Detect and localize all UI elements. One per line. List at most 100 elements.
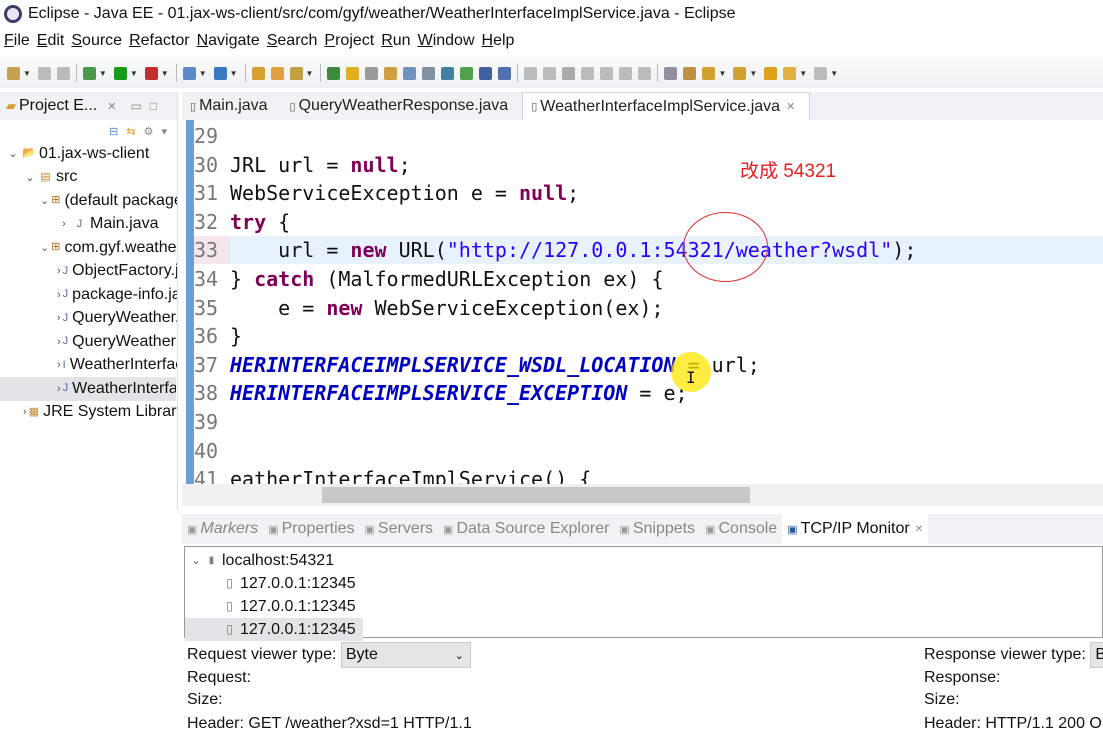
tree-item[interactable]: ›Jpackage-info.java [0, 283, 177, 307]
stop-icon[interactable] [562, 66, 576, 80]
tree-item[interactable]: ⌄ ▤ src [0, 166, 177, 190]
search-icon[interactable] [289, 66, 303, 80]
task-icon[interactable] [664, 66, 678, 80]
save-icon[interactable] [37, 66, 51, 80]
tab-console[interactable]: ▣ Console [700, 514, 782, 544]
web-service-icon[interactable] [213, 66, 227, 80]
tab-properties[interactable]: ▣ Properties [263, 514, 359, 544]
tree-item[interactable]: ›IWeatherInterface.java [0, 354, 177, 378]
dropdown-arrow-icon[interactable]: ▼ [718, 69, 726, 78]
filter-icon[interactable]: ⚙ [144, 125, 154, 138]
annotation-icon[interactable] [384, 66, 398, 80]
link-icon[interactable] [365, 66, 379, 80]
globe-icon[interactable] [441, 66, 455, 80]
dropdown-arrow-icon[interactable]: ▼ [830, 69, 838, 78]
chevron-right-icon[interactable]: › [57, 312, 61, 324]
dropdown-arrow-icon[interactable]: ▼ [306, 69, 314, 78]
skip-icon[interactable] [498, 66, 512, 80]
chevron-down-icon[interactable]: ⌄ [40, 241, 49, 254]
menu-navigate[interactable]: Navigate [197, 32, 260, 50]
tree-item[interactable]: ⌄ ⊞ (default package) [0, 189, 177, 213]
request-viewer-select[interactable]: Byte ⌄ [340, 642, 471, 668]
prev-annotation-icon[interactable] [733, 66, 747, 80]
view-menu-icon[interactable]: ▾ [161, 125, 167, 138]
close-icon[interactable]: ✕ [107, 100, 116, 113]
chevron-right-icon[interactable]: › [57, 359, 61, 371]
tree-item[interactable]: ›JQueryWeatherResponse.java [0, 330, 177, 354]
tab-snippets[interactable]: ▣ Snippets [614, 514, 700, 544]
monitor-request-item[interactable]: ▯ 127.0.0.1:12345 [185, 572, 1102, 595]
monitor-request-item[interactable]: ▯ 127.0.0.1:12345 [185, 595, 1102, 618]
chevron-down-icon[interactable]: ⌄ [189, 554, 203, 567]
dropdown-arrow-icon[interactable]: ▼ [161, 69, 169, 78]
chevron-right-icon[interactable]: › [57, 383, 61, 395]
forward-icon[interactable] [814, 66, 828, 80]
code-editor[interactable]: 29 30 JRL url = null; 31 WebServiceException… [182, 120, 1103, 487]
dropdown-arrow-icon[interactable]: ▼ [749, 69, 757, 78]
save-all-icon[interactable] [56, 66, 70, 80]
menu-file[interactable]: File [4, 32, 30, 50]
tree-item[interactable]: ›JWeatherInterfaceImplService.java [0, 377, 176, 401]
menu-help[interactable]: Help [482, 32, 515, 50]
menu-search[interactable]: Search [267, 32, 318, 50]
monitor-request-item[interactable]: ▯ 127.0.0.1:12345 [185, 618, 363, 641]
step-over-icon[interactable] [619, 66, 633, 80]
close-icon[interactable]: ✕ [786, 100, 795, 113]
disconnect-icon[interactable] [581, 66, 595, 80]
editor-tab[interactable]: ▯ QueryWeatherResponse.java [282, 92, 523, 120]
dropdown-arrow-icon[interactable]: ▼ [130, 69, 138, 78]
dropdown-arrow-icon[interactable]: ▼ [99, 69, 107, 78]
tab-data-source-explorer[interactable]: ▣ Data Source Explorer [438, 514, 614, 544]
chevron-right-icon[interactable]: › [57, 336, 61, 348]
minimize-maximize-icons[interactable]: ▭□ [130, 99, 165, 113]
menu-refactor[interactable]: Refactor [129, 32, 189, 50]
project-explorer-tab[interactable]: ▰ Project E... ✕ ▭□ [0, 92, 177, 120]
menu-window[interactable]: Window [418, 32, 475, 50]
suspend-icon[interactable] [543, 66, 557, 80]
next-annotation-icon[interactable] [702, 66, 716, 80]
back-icon[interactable] [764, 66, 778, 80]
back-arrow-icon[interactable] [783, 66, 797, 80]
scrollbar-thumb[interactable] [322, 487, 750, 503]
refresh-icon[interactable] [460, 66, 474, 80]
dropdown-arrow-icon[interactable]: ▼ [799, 69, 807, 78]
monitor-icon[interactable] [479, 66, 493, 80]
tree-item[interactable]: ›JQueryWeather.java [0, 307, 177, 331]
step-into-icon[interactable] [600, 66, 614, 80]
chevron-right-icon[interactable]: › [57, 265, 61, 277]
block-icon[interactable] [422, 66, 436, 80]
debug-icon[interactable] [82, 66, 96, 80]
open-folder-icon[interactable] [270, 66, 284, 80]
editor-tab[interactable]: ▯ Main.java [182, 92, 282, 120]
palette-icon[interactable] [683, 66, 697, 80]
collapse-all-icon[interactable]: ⊟ [109, 125, 118, 138]
resume-icon[interactable] [524, 66, 538, 80]
open-type-icon[interactable] [251, 66, 265, 80]
menu-run[interactable]: Run [381, 32, 410, 50]
step-return-icon[interactable] [638, 66, 652, 80]
tree-item[interactable]: ⌄ 📂 01.jax-ws-client [0, 142, 177, 166]
tree-item[interactable]: ⌄ ⊞ com.gyf.weather [0, 236, 177, 260]
tab-tcp-ip-monitor[interactable]: ▣ TCP/IP Monitor ✕ [782, 514, 929, 544]
tab-servers[interactable]: ▣ Servers [360, 514, 439, 544]
response-viewer-select[interactable]: B [1090, 642, 1103, 668]
pin-icon[interactable] [327, 66, 341, 80]
chevron-right-icon[interactable]: › [23, 406, 27, 418]
new-server-icon[interactable] [182, 66, 196, 80]
monitor-root[interactable]: ⌄ ▮ localhost:54321 [185, 549, 1102, 572]
new-icon[interactable] [7, 66, 20, 80]
menu-edit[interactable]: Edit [37, 32, 65, 50]
external-tools-icon[interactable] [144, 66, 158, 80]
chevron-down-icon[interactable]: ⌄ [40, 194, 49, 207]
run-icon[interactable] [113, 66, 127, 80]
dropdown-arrow-icon[interactable]: ▼ [199, 69, 207, 78]
tab-markers[interactable]: ▣ Markers [182, 514, 263, 544]
horizontal-scrollbar[interactable] [182, 484, 1103, 506]
show-whitespace-icon[interactable] [403, 66, 417, 80]
tree-item[interactable]: › J Main.java [0, 213, 177, 237]
close-icon[interactable]: ✕ [915, 524, 923, 535]
menu-project[interactable]: Project [324, 32, 374, 50]
link-with-editor-icon[interactable]: ⇆ [126, 125, 135, 138]
dropdown-arrow-icon[interactable]: ▼ [230, 69, 238, 78]
chevron-down-icon[interactable]: ⌄ [23, 171, 37, 184]
